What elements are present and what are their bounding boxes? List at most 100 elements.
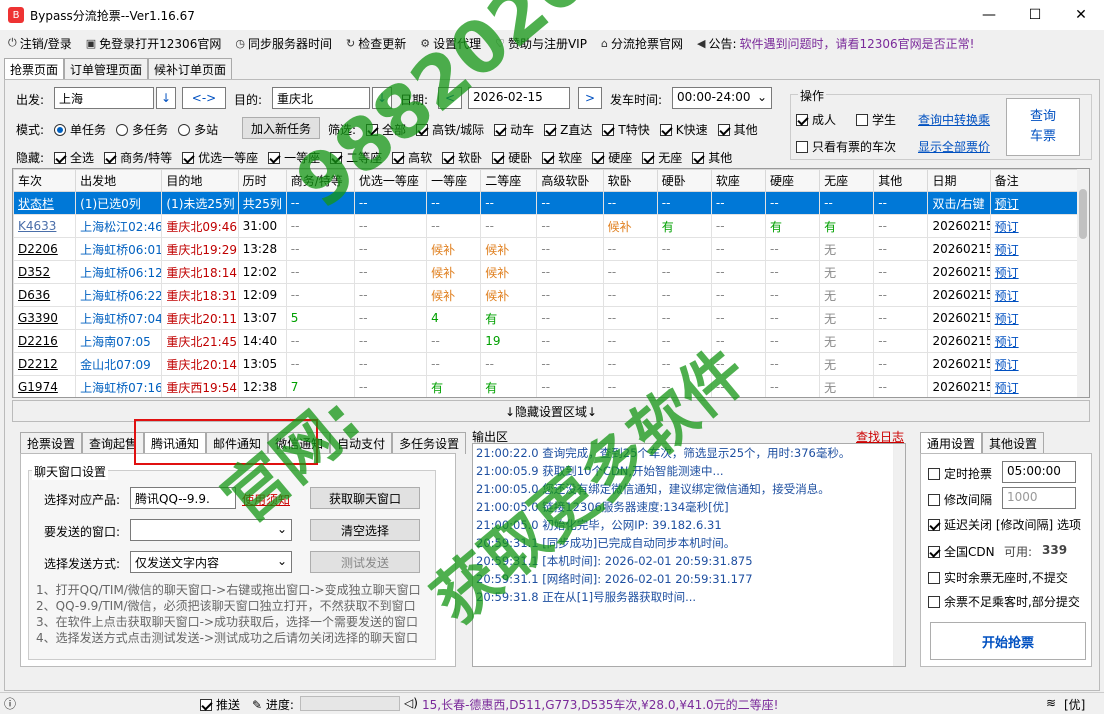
table-row[interactable]: D636 上海虹桥06:22 重庆北18:31 12:09 -- -- 候补 候补 -- -- --…	[13, 283, 1080, 307]
hide-business[interactable]: 商务/特等	[104, 149, 172, 166]
column-header[interactable]: 日期	[927, 169, 991, 192]
hide-hard-seat[interactable]: 硬座	[592, 149, 632, 166]
table-row[interactable]: 状态栏 (1)已选0列 (1)未选25列 共25列 -- -- -- -- -- -- -- -- --…	[13, 191, 1080, 215]
filter-all[interactable]: 全部	[366, 121, 406, 138]
menu-open-12306[interactable]: ▣ 免登录打开12306官网	[86, 35, 222, 52]
hide-first[interactable]: 一等座	[268, 149, 320, 166]
table-cell[interactable]: 状态栏	[13, 191, 77, 215]
output-log[interactable]: 21:00:22.0 查询完成，查到25个车次，筛选显示25个，用时:376毫秒…	[472, 443, 906, 667]
partial-submit-checkbox[interactable]: 余票不足乘客时,部分提交	[928, 593, 1080, 610]
filter-k[interactable]: K快速	[659, 121, 708, 138]
tab-grab-settings[interactable]: 抢票设置	[20, 432, 83, 454]
table-cell[interactable]: 预订	[989, 283, 1080, 307]
column-header[interactable]: 出发地	[75, 169, 163, 192]
usage-notes-link[interactable]: 使用须知	[242, 491, 290, 508]
filter-gaotie[interactable]: 高铁/城际	[416, 121, 484, 138]
table-cell[interactable]: D2212	[13, 352, 77, 376]
get-chat-window-button[interactable]: 获取聊天窗口	[310, 487, 420, 509]
interval-input[interactable]: 1000	[1002, 487, 1076, 509]
table-row[interactable]: D352 上海虹桥06:12 重庆北18:14 12:02 -- -- 候补 候补 -- -- --…	[13, 260, 1080, 284]
column-header[interactable]: 硬座	[765, 169, 821, 192]
minimize-button[interactable]: —	[966, 0, 1012, 30]
close-button[interactable]: ✕	[1058, 0, 1104, 30]
swap-button[interactable]: <->	[182, 87, 226, 109]
hide-high-soft[interactable]: 高软	[392, 149, 432, 166]
column-header[interactable]: 备注	[989, 169, 1080, 192]
table-cell[interactable]: 预订	[989, 237, 1080, 261]
column-header[interactable]: 无座	[819, 169, 875, 192]
tab-multi-task[interactable]: 多任务设置	[392, 432, 467, 454]
scroll-thumb[interactable]	[1079, 189, 1087, 239]
to-dropdown-button[interactable]: ↓	[372, 87, 392, 109]
column-header[interactable]: 车次	[13, 169, 77, 192]
table-cell[interactable]: 预订	[989, 214, 1080, 238]
table-cell[interactable]: D2206	[13, 237, 77, 261]
hide-soft-sleeper[interactable]: 软卧	[442, 149, 482, 166]
table-cell[interactable]: 预订	[989, 306, 1080, 330]
column-header[interactable]: 优选一等座	[353, 169, 428, 192]
table-cell[interactable]: 预订	[989, 260, 1080, 284]
table-cell[interactable]: D2216	[13, 329, 77, 353]
hide-hard-sleeper[interactable]: 硬卧	[492, 149, 532, 166]
prev-date-button[interactable]: <	[438, 87, 462, 109]
tab-orders[interactable]: 订单管理页面	[64, 58, 149, 80]
date-input[interactable]: 2026-02-15	[468, 87, 570, 109]
hide-second[interactable]: 二等座	[330, 149, 382, 166]
table-cell[interactable]: K4633	[13, 214, 77, 238]
table-cell[interactable]: G1974	[13, 375, 77, 397]
tab-general-settings[interactable]: 通用设置	[920, 432, 983, 454]
table-cell[interactable]: G3390	[13, 306, 77, 330]
tab-grab[interactable]: 抢票页面	[4, 58, 65, 80]
realtime-checkbox[interactable]: 实时余票无座时,不提交	[928, 569, 1068, 586]
column-header[interactable]: 商务/特等	[285, 169, 355, 192]
maximize-button[interactable]: ☐	[1012, 0, 1058, 30]
filter-other[interactable]: 其他	[717, 121, 758, 138]
hide-premium-first[interactable]: 优选一等座	[182, 149, 258, 166]
hide-all[interactable]: 全选	[54, 149, 94, 166]
table-row[interactable]: K4633 上海松江02:46 重庆北09:46 31:00 -- -- -- -- -- 候补有…	[13, 214, 1080, 238]
to-input[interactable]: 重庆北	[272, 87, 370, 109]
table-row[interactable]: D2212 金山北07:09 重庆北20:14 13:05 -- -- -- -- -- -- --…	[13, 352, 1080, 376]
start-grab-button[interactable]: 开始抢票	[930, 622, 1086, 660]
column-header[interactable]: 硬卧	[656, 169, 712, 192]
transfer-link[interactable]: 查询中转换乘	[918, 111, 990, 128]
table-cell[interactable]: 预订	[989, 352, 1080, 376]
clear-selection-button[interactable]: 清空选择	[310, 519, 420, 541]
table-scrollbar[interactable]	[1077, 169, 1089, 397]
column-header[interactable]: 一等座	[426, 169, 482, 192]
add-task-button[interactable]: 加入新任务	[242, 117, 320, 139]
delay-close-checkbox[interactable]: 延迟关闭 [修改间隔] 选项	[928, 516, 1081, 533]
send-mode-select[interactable]: 仅发送文字内容 ⌄	[130, 551, 292, 573]
tab-waitlist[interactable]: 候补订单页面	[148, 58, 233, 80]
timed-input[interactable]: 05:00:00	[1002, 461, 1076, 483]
menu-check-update[interactable]: ↻ 检查更新	[346, 35, 406, 52]
table-row[interactable]: G3390 上海虹桥07:04 重庆北20:11 13:07 5 -- 4 有 -- -- -- --…	[13, 306, 1080, 330]
table-row[interactable]: G1974 上海虹桥07:16 重庆西19:54 12:38 7 -- 有有 -- -- -- --…	[13, 375, 1080, 397]
table-cell[interactable]: 预订	[989, 329, 1080, 353]
from-dropdown-button[interactable]: ↓	[156, 87, 176, 109]
column-header[interactable]: 其他	[873, 169, 929, 192]
table-row[interactable]: D2216 上海南07:05 重庆北21:45 14:40 -- -- -- 19 -- -- --…	[13, 329, 1080, 353]
table-row[interactable]: D2206 上海虹桥06:01 重庆北19:29 13:28 -- -- 候补 候补 -- -- -…	[13, 237, 1080, 261]
next-date-button[interactable]: >	[578, 87, 602, 109]
from-input[interactable]: 上海	[54, 87, 154, 109]
menu-sponsor[interactable]: ♡ 赞助与注册VIP	[495, 35, 587, 52]
menu-sync-time[interactable]: ◷ 同步服务器时间	[235, 35, 332, 52]
log-scrollbar[interactable]	[893, 444, 905, 666]
mode-station[interactable]: 多站	[178, 121, 218, 138]
mode-multi[interactable]: 多任务	[116, 121, 168, 138]
hide-other[interactable]: 其他	[692, 149, 732, 166]
column-header[interactable]: 软座	[710, 169, 767, 192]
cdn-checkbox[interactable]: 全国CDN	[928, 543, 995, 560]
adult-checkbox[interactable]: 成人	[796, 111, 836, 128]
student-checkbox[interactable]: 学生	[856, 111, 896, 128]
table-cell[interactable]: 预订	[989, 191, 1080, 215]
tab-other-settings[interactable]: 其他设置	[982, 432, 1045, 454]
column-header[interactable]: 二等座	[480, 169, 538, 192]
menu-official-site[interactable]: ⌂ 分流抢票官网	[601, 35, 683, 52]
column-header[interactable]: 目的地	[161, 169, 239, 192]
table-cell[interactable]: 预订	[989, 375, 1080, 397]
window-select[interactable]: ⌄	[130, 519, 292, 541]
column-header[interactable]: 历时	[237, 169, 287, 192]
interval-checkbox[interactable]: 修改间隔	[928, 491, 992, 508]
